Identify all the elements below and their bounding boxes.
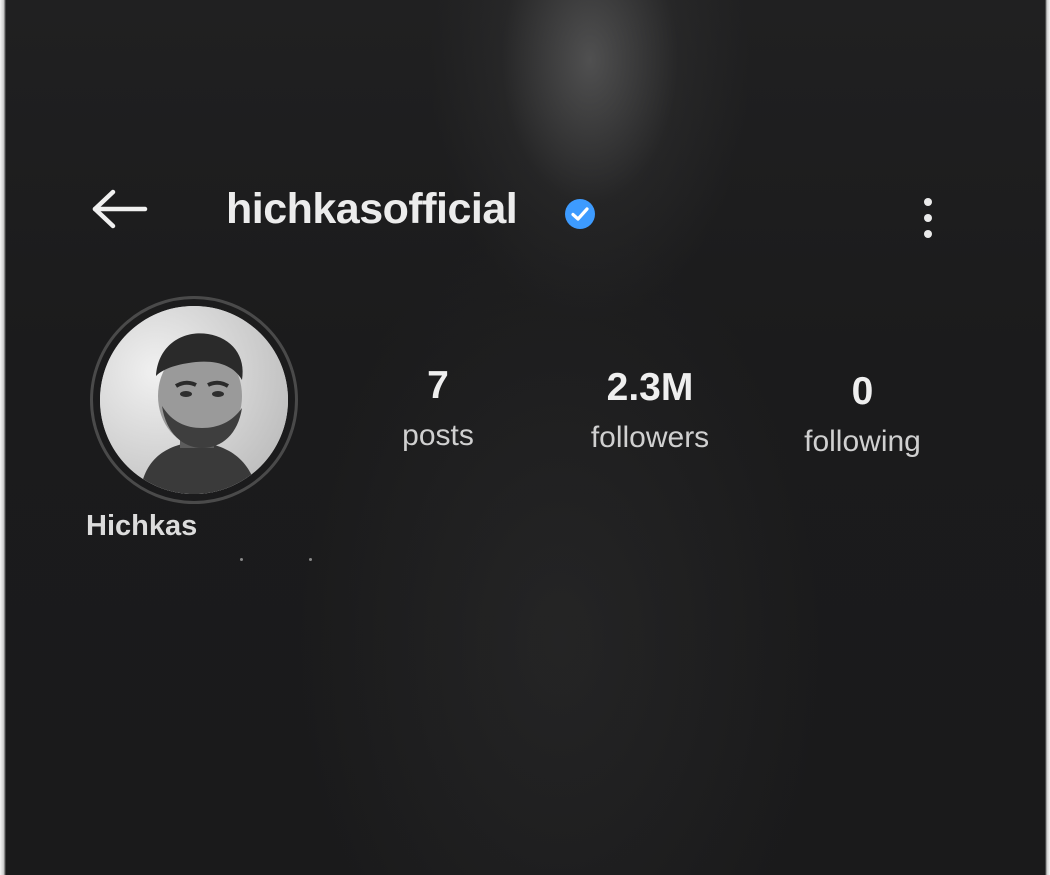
profile-username: hichkasofficial bbox=[226, 185, 518, 233]
following-stat[interactable]: 0 following bbox=[780, 370, 945, 460]
bio-dot bbox=[309, 558, 312, 561]
more-vertical-icon bbox=[924, 198, 932, 238]
back-button[interactable] bbox=[86, 184, 152, 234]
followers-stat[interactable]: 2.3M followers bbox=[560, 366, 740, 456]
verified-badge-icon bbox=[565, 199, 595, 229]
profile-avatar[interactable] bbox=[90, 296, 298, 504]
followers-count: 2.3M bbox=[606, 366, 694, 409]
left-edge bbox=[0, 0, 6, 875]
profile-photo bbox=[100, 306, 288, 494]
profile-screen: hichkasofficial Hichkas 7 posts 2.3M fol… bbox=[0, 0, 1050, 875]
following-label: following bbox=[804, 425, 921, 458]
right-edge bbox=[1045, 0, 1050, 875]
avatar bbox=[100, 306, 288, 494]
posts-count: 7 bbox=[427, 364, 449, 407]
following-count: 0 bbox=[851, 370, 874, 413]
posts-label: posts bbox=[402, 419, 474, 452]
arrow-left-icon bbox=[92, 189, 148, 229]
bio-dot bbox=[240, 558, 243, 561]
profile-display-name: Hichkas bbox=[86, 510, 198, 542]
posts-stat[interactable]: 7 posts bbox=[378, 364, 498, 454]
followers-label: followers bbox=[590, 421, 710, 454]
more-options-button[interactable] bbox=[908, 192, 948, 244]
